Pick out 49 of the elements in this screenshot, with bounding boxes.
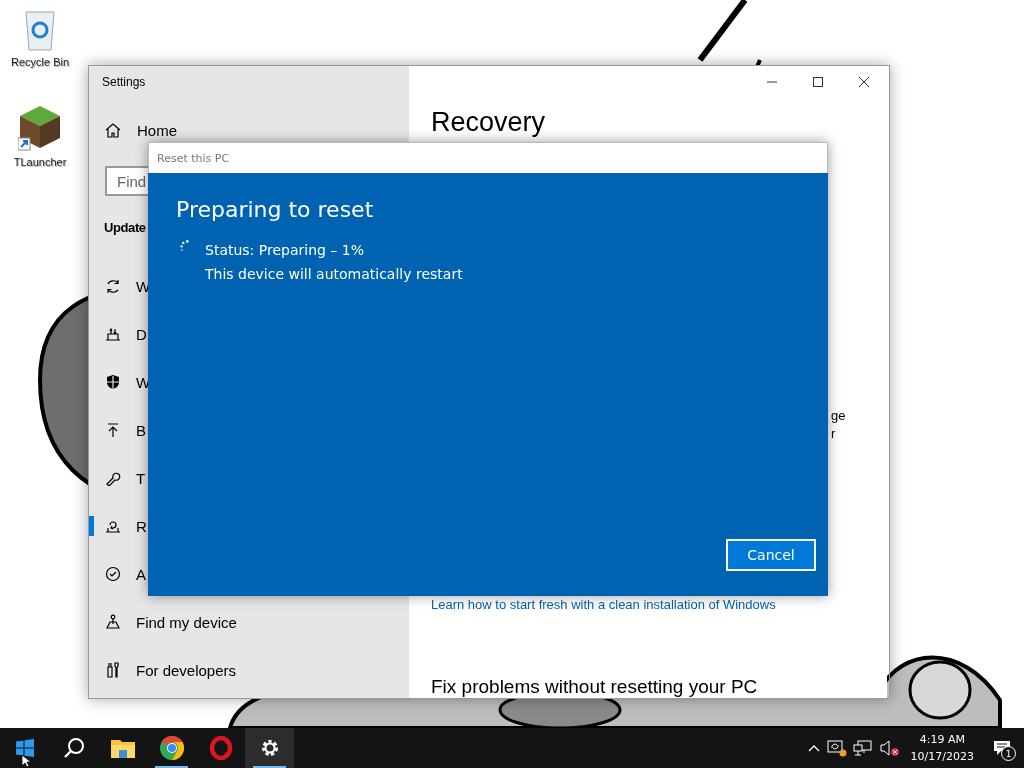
notification-button[interactable]: 1 [988, 733, 1016, 763]
chrome-logo-icon [159, 736, 184, 760]
taskbar-button[interactable] [245, 728, 294, 768]
mouse-cursor-icon [21, 754, 33, 768]
sidebar-item[interactable]: D [89, 310, 153, 358]
notification-count: 1 [1001, 746, 1016, 761]
dialog-title: Reset this PC [157, 151, 230, 165]
home-icon [105, 122, 121, 138]
opera-logo-icon [209, 736, 232, 760]
sidebar-item[interactable]: B [89, 406, 152, 454]
desktop-icon-label[interactable]: Recycle Bin [10, 56, 70, 68]
grass-block-icon[interactable] [18, 104, 62, 152]
shield-icon [105, 374, 121, 390]
tray-arrows-icon [105, 326, 121, 342]
window-title: Settings [102, 75, 146, 89]
description-text: ge [831, 407, 846, 425]
page-title: Recovery [431, 106, 546, 139]
tools-icon [105, 662, 121, 678]
upload-arrow-icon [105, 422, 121, 438]
section-heading: Update [104, 219, 146, 235]
check-circle-icon [105, 566, 121, 582]
section-heading: Fix problems without resetting your PC [431, 677, 759, 697]
wrench-icon [105, 470, 121, 486]
dialog-heading: Preparing to reset [176, 196, 375, 224]
person-marker-icon [105, 614, 121, 630]
network-icon[interactable] [852, 739, 873, 757]
search-icon [62, 737, 85, 759]
chevron-up-icon[interactable] [806, 743, 821, 753]
clock[interactable]: 4:19 AM 10/17/2023 [910, 731, 974, 765]
clean-install-link[interactable]: Learn how to start fresh with a clean installation of Windows [431, 595, 776, 615]
description-text: r [831, 425, 836, 443]
sync-status-icon[interactable] [826, 739, 847, 757]
speaker-muted-icon[interactable] [878, 739, 901, 757]
restart-note: This device will automatically restart [205, 265, 463, 284]
desktop-icon-label[interactable]: TLauncher [13, 156, 67, 168]
windows-logo-icon [15, 739, 34, 757]
sync-icon [105, 278, 121, 294]
folder-icon [110, 738, 135, 758]
sidebar-item[interactable]: R [89, 502, 153, 550]
sidebar-item[interactable]: T [89, 454, 152, 502]
cancel-button[interactable]: Cancel [726, 539, 816, 571]
home-link[interactable]: Home [89, 108, 409, 152]
spinner-icon [180, 240, 189, 251]
sidebar-item[interactable]: For developers [89, 646, 243, 694]
restore-icon [105, 518, 121, 534]
sidebar-item[interactable]: A [89, 550, 152, 598]
gear-icon [259, 738, 280, 758]
status-text: Status: Preparing – 1% [205, 241, 366, 260]
sidebar-item[interactable]: Find my device [89, 598, 243, 646]
